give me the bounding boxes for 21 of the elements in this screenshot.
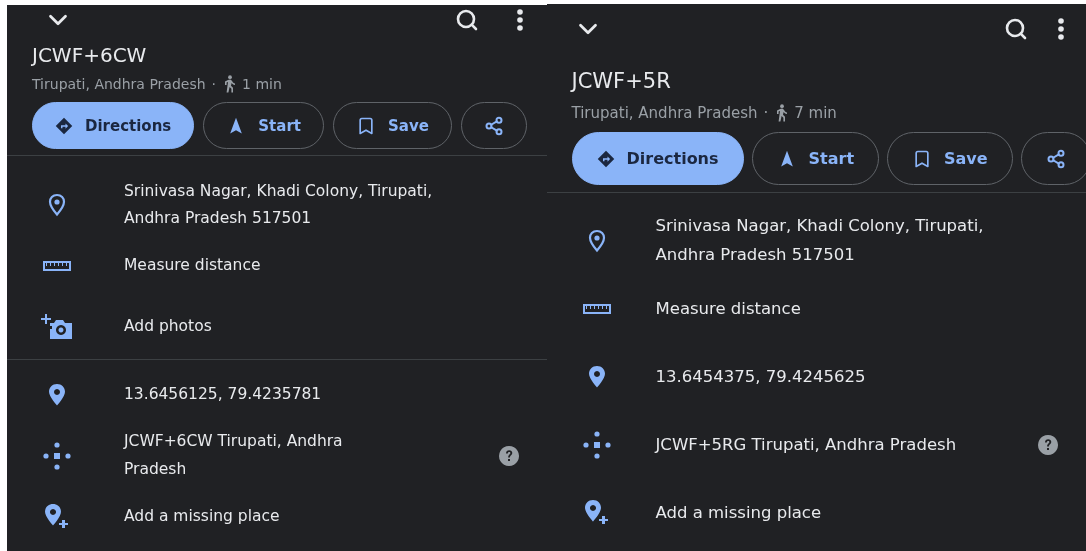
detail-text[interactable]: JCWF+6CW Tirupati, Andhra Pradesh bbox=[124, 428, 389, 483]
directions-button[interactable]: Directions bbox=[571, 132, 744, 186]
separator-dot: · bbox=[763, 104, 769, 123]
detail-text[interactable]: 13.6454375, 79.4245625 bbox=[655, 362, 1036, 392]
walk-time: 1 min bbox=[242, 76, 282, 93]
place-location: Tirupati, Andhra Pradesh bbox=[32, 76, 206, 93]
detail-text[interactable]: JCWF+5RG Tirupati, Andhra Pradesh bbox=[655, 430, 1016, 460]
detail-text[interactable]: Srinivasa Nagar, Khadi Colony, Tirupati, Andhra Pradesh 517501 bbox=[124, 177, 464, 232]
detail-text[interactable]: Add a missing place bbox=[655, 498, 1036, 528]
detail-text[interactable]: 13.6456125, 79.4235781 bbox=[124, 380, 464, 409]
separator-dot: · bbox=[211, 76, 217, 93]
detail-text[interactable]: Add a missing place bbox=[124, 502, 464, 531]
detail-text[interactable]: Measure distance bbox=[124, 252, 464, 280]
place-title: JCWF+5R bbox=[569, 68, 672, 95]
place-title: JCWF+6CW bbox=[30, 43, 148, 68]
detail-text[interactable]: Measure distance bbox=[655, 294, 1036, 324]
directions-button[interactable]: Directions bbox=[32, 102, 195, 150]
detail-text[interactable]: Srinivasa Nagar, Khadi Colony, Tirupati, Andhra Pradesh 517501 bbox=[655, 212, 1036, 270]
detail-text[interactable]: Add photos bbox=[124, 313, 464, 341]
walk-time: 7 min bbox=[794, 104, 837, 123]
place-location: Tirupati, Andhra Pradesh bbox=[571, 104, 758, 123]
